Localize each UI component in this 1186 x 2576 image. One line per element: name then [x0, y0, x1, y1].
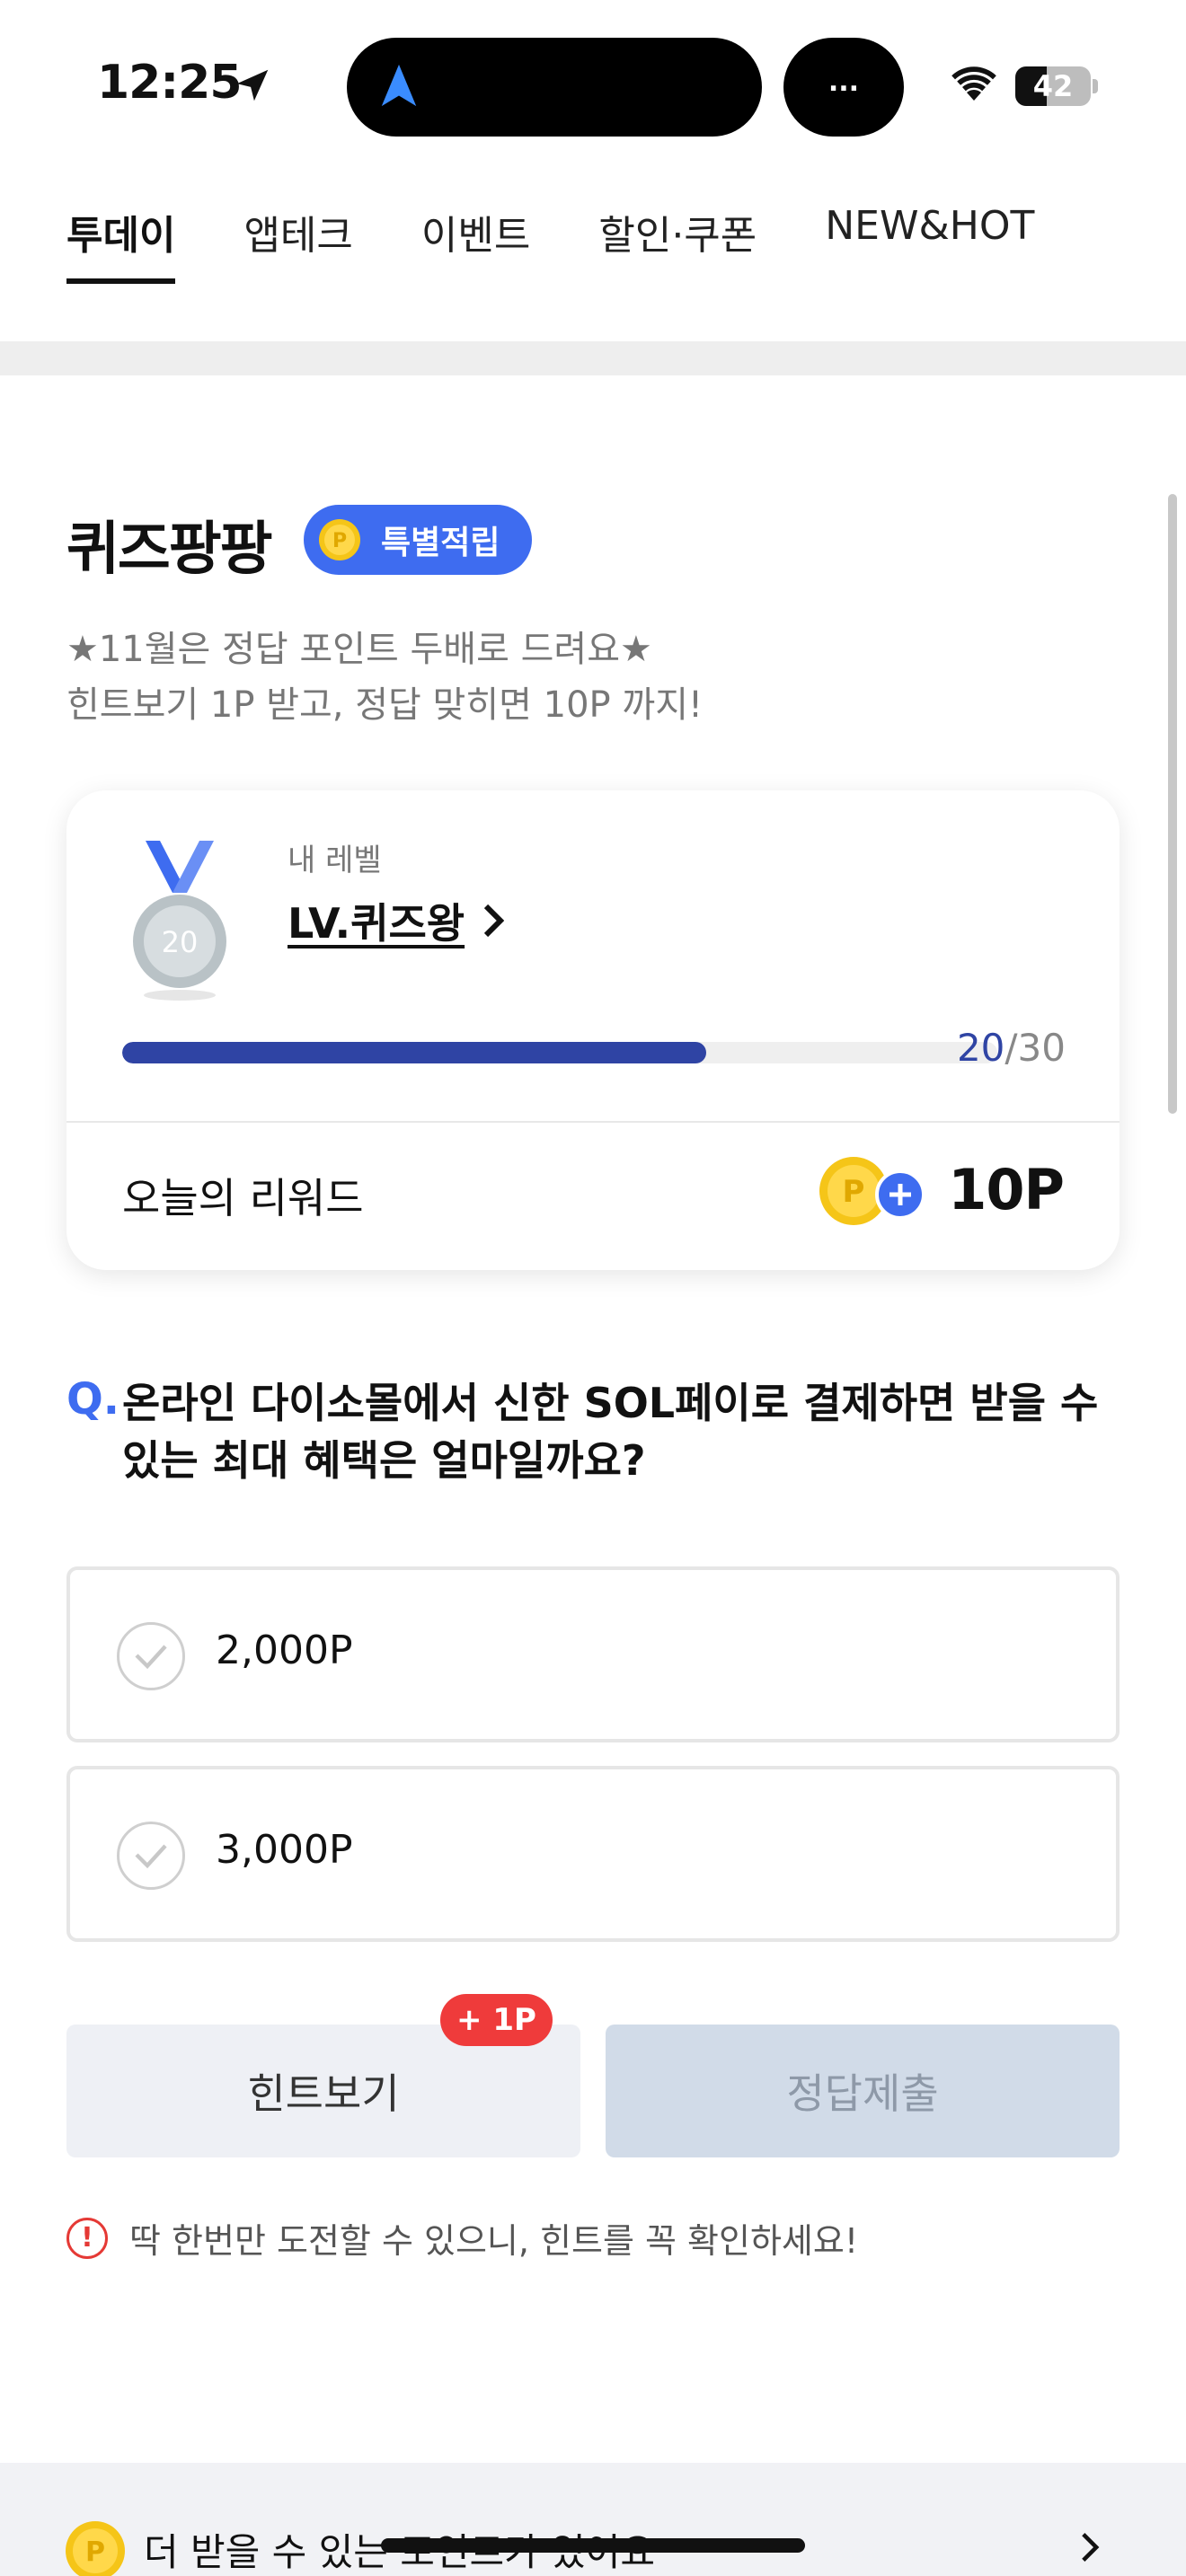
- tab-event[interactable]: 이벤트: [421, 198, 530, 284]
- my-level-label: 내 레벨: [288, 842, 382, 878]
- notice-text: 딱 한번만 도전할 수 있으니, 힌트를 꼭 확인하세요!: [129, 2221, 859, 2261]
- level-card: 20 내 레벨 LV.퀴즈왕 20/30 오늘의 리워드 P 10P: [66, 790, 1120, 1270]
- battery-icon: 42: [1015, 66, 1091, 106]
- question-text: 온라인 다이소몰에서 신한 SOL페이로 결제하면 받을 수 있는 최대 혜택은…: [122, 1379, 1099, 1485]
- level-progress-bar: [122, 1042, 997, 1063]
- progress-separator: /: [1005, 1026, 1018, 1070]
- quiz-title: 퀴즈팡팡: [66, 516, 273, 583]
- quiz-subtitle: ★11월은 정답 포인트 두배로 드려요★ 힌트보기 1P 받고, 정답 맞히면…: [66, 622, 703, 733]
- coin-plus-icon: P: [819, 1157, 925, 1225]
- top-tabs: 투데이 앱테크 이벤트 할인·쿠폰 NEW&HOT: [66, 198, 1102, 287]
- warning-icon: !: [66, 2217, 108, 2259]
- dynamic-island-more[interactable]: ...: [783, 38, 904, 137]
- check-circle-icon: [117, 1822, 185, 1890]
- wifi-icon: [951, 66, 996, 101]
- navigation-arrow-icon: [381, 64, 417, 107]
- chevron-right-icon: [483, 904, 505, 938]
- answer-option-label: 2,000P: [216, 1628, 353, 1673]
- progress-current: 20: [956, 1026, 1005, 1070]
- progress-total: 30: [1017, 1026, 1066, 1070]
- level-progress-fill: [122, 1042, 706, 1063]
- level-progress-text: 20/30: [957, 1026, 1066, 1070]
- dynamic-island-navigation[interactable]: [347, 38, 762, 137]
- status-time: 12:25: [97, 56, 243, 110]
- special-reward-badge: P 특별적립: [304, 505, 533, 575]
- coin-letter: P: [85, 2536, 105, 2568]
- today-reward-amount: 10P: [948, 1157, 1065, 1222]
- chevron-right-icon: [1082, 2533, 1100, 2562]
- answer-option-2[interactable]: 3,000P: [66, 1766, 1120, 1942]
- today-reward-label: 오늘의 리워드: [122, 1174, 364, 1222]
- tab-apptech[interactable]: 앱테크: [243, 198, 352, 284]
- card-divider: [66, 1121, 1120, 1123]
- location-arrow-icon: [236, 69, 269, 101]
- medal-number: 20: [162, 925, 199, 959]
- level-name: LV.퀴즈왕: [288, 899, 465, 948]
- battery-tip: [1093, 79, 1098, 93]
- tab-today[interactable]: 투데이: [66, 198, 176, 284]
- status-bar: 12:25 ... 42: [0, 0, 1186, 171]
- hint-bonus-badge: + 1P: [440, 1994, 553, 2046]
- coin-icon: P: [319, 519, 360, 560]
- coin-icon: P: [66, 2521, 125, 2576]
- badge-label: 특별적립: [381, 525, 500, 561]
- section-divider: [0, 341, 1186, 375]
- more-points-banner[interactable]: P 더 받을 수 있는 포인트가 있어요: [0, 2463, 1186, 2576]
- answer-option-1[interactable]: 2,000P: [66, 1566, 1120, 1742]
- subtitle-line-2: 힌트보기 1P 받고, 정답 맞히면 10P 까지!: [66, 684, 704, 726]
- check-circle-icon: [117, 1622, 185, 1690]
- level-name-link[interactable]: LV.퀴즈왕: [288, 891, 505, 950]
- coin-letter: P: [843, 1174, 865, 1210]
- subtitle-line-1: ★11월은 정답 포인트 두배로 드려요★: [66, 629, 652, 670]
- coin-letter: P: [332, 530, 347, 552]
- home-indicator[interactable]: [381, 2538, 805, 2553]
- question-mark: Q.: [66, 1374, 120, 1425]
- battery-level: 42: [1032, 69, 1074, 103]
- notice: ! 딱 한번만 도전할 수 있으니, 힌트를 꼭 확인하세요!: [66, 2213, 858, 2263]
- medal-icon: 20: [133, 841, 226, 1001]
- tab-new-hot[interactable]: NEW&HOT: [825, 198, 1034, 284]
- scrollbar[interactable]: [1168, 494, 1177, 1114]
- submit-answer-button[interactable]: 정답제출: [606, 2025, 1120, 2157]
- tab-discount-coupon[interactable]: 할인·쿠폰: [598, 198, 757, 284]
- answer-option-label: 3,000P: [216, 1827, 353, 1873]
